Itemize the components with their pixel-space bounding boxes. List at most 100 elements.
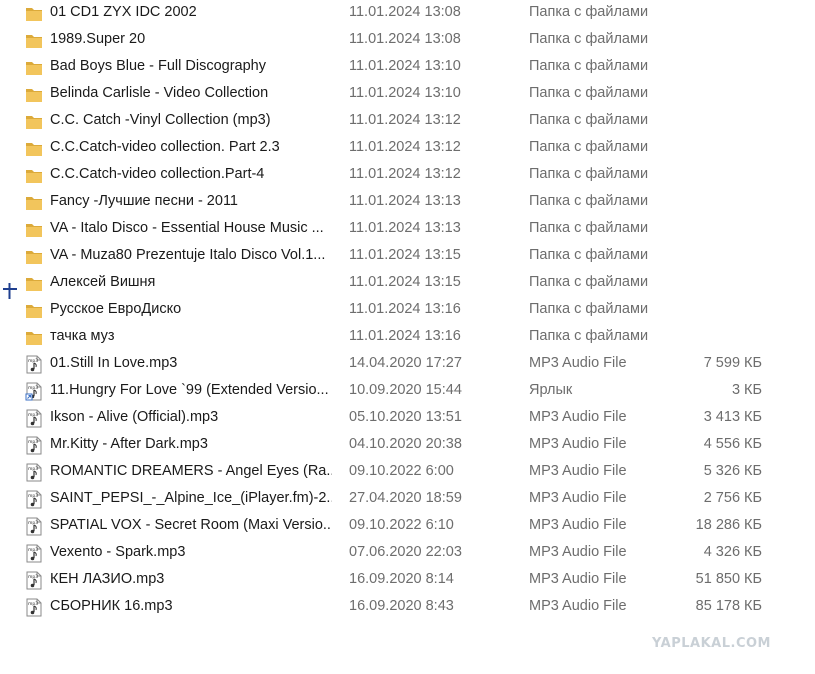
- file-size: 7 599 КБ: [703, 355, 762, 371]
- file-type: Папка с файлами: [529, 247, 649, 263]
- file-row[interactable]: mp3 11.Hungry For Love `99 (Extended Vers…: [0, 378, 790, 405]
- folder-row[interactable]: Bad Boys Blue - Full Discography 11.01.20…: [0, 54, 790, 81]
- folder-icon: [25, 328, 43, 347]
- file-name: тачка муз: [50, 328, 115, 344]
- file-name: Fancy -Лучшие песни - 2011: [50, 193, 238, 209]
- file-date-modified: 27.04.2020 18:59: [349, 490, 462, 506]
- file-name: КЕН ЛАЗИО.mp3: [50, 571, 165, 587]
- folder-row[interactable]: C.C.Catch-video collection. Part 2.3 11.0…: [0, 135, 790, 162]
- file-date-modified: 07.06.2020 22:03: [349, 544, 462, 560]
- file-type: MP3 Audio File: [529, 463, 627, 479]
- folder-row[interactable]: Русское ЕвроДиско 11.01.2024 13:16 Папка с…: [0, 297, 790, 324]
- folder-row[interactable]: 1989.Super 20 11.01.2024 13:08 Папка с фай…: [0, 27, 790, 54]
- file-date-modified: 11.01.2024 13:08: [349, 31, 461, 47]
- file-type: Папка с файлами: [529, 301, 649, 317]
- file-row[interactable]: mp3 SPATIAL VOX - Secret Room (Maxi Versi…: [0, 513, 790, 540]
- file-size: 3 КБ: [731, 382, 762, 398]
- file-size: 51 850 КБ: [695, 571, 762, 587]
- folder-row[interactable]: Fancy -Лучшие песни - 2011 11.01.2024 13:…: [0, 189, 790, 216]
- file-row[interactable]: mp3 ROMANTIC DREAMERS - Angel Eyes (Ra...…: [0, 459, 790, 486]
- file-row[interactable]: mp3 СБОРНИК 16.mp3 16.09.2020 8:43 MP3 Audi…: [0, 594, 790, 621]
- file-row[interactable]: mp3 Mr.Kitty - After Dark.mp3 04.10.2020 2…: [0, 432, 790, 459]
- file-date-modified: 10.09.2020 15:44: [349, 382, 462, 398]
- file-type: Папка с файлами: [529, 166, 649, 182]
- folder-row[interactable]: C.C.Catch-video collection.Part-4 11.01.2…: [0, 162, 790, 189]
- file-date-modified: 11.01.2024 13:13: [349, 220, 461, 236]
- file-type: Папка с файлами: [529, 274, 649, 290]
- file-row[interactable]: mp3 КЕН ЛАЗИО.mp3 16.09.2020 8:14 MP3 Audio…: [0, 567, 790, 594]
- file-type: MP3 Audio File: [529, 355, 627, 371]
- file-date-modified: 11.01.2024 13:12: [349, 112, 461, 128]
- folder-row[interactable]: VA - Muza80 Prezentuje Italo Disco Vol.1…: [0, 243, 790, 270]
- file-name: Алексей Вишня: [50, 274, 156, 290]
- file-date-modified: 05.10.2020 13:51: [349, 409, 462, 425]
- file-row[interactable]: mp3 Ikson - Alive (Official).mp3 05.10.202…: [0, 405, 790, 432]
- file-name: Русское ЕвроДиско: [50, 301, 182, 317]
- folder-row[interactable]: Алексей Вишня 11.01.2024 13:15 Папка с фай…: [0, 270, 790, 297]
- file-type: Папка с файлами: [529, 31, 649, 47]
- file-row[interactable]: mp3 01.Still In Love.mp3 14.04.2020 17:27 M…: [0, 351, 790, 378]
- folder-row[interactable]: VA - Italo Disco - Essential House Music…: [0, 216, 790, 243]
- mp3-file-icon: mp3: [25, 463, 43, 482]
- svg-text:mp3: mp3: [28, 520, 38, 526]
- file-name: Belinda Carlisle - Video Collection: [50, 85, 269, 101]
- file-size: 4 326 КБ: [703, 544, 762, 560]
- file-date-modified: 11.01.2024 13:12: [349, 139, 461, 155]
- folder-icon: [25, 220, 43, 239]
- svg-text:mp3: mp3: [28, 574, 38, 580]
- svg-text:mp3: mp3: [28, 385, 38, 391]
- folder-row[interactable]: C.C. Catch -Vinyl Collection (mp3) 11.01.…: [0, 108, 790, 135]
- folder-row[interactable]: 01 CD1 ZYX IDC 2002 11.01.2024 13:08 Папка…: [0, 0, 790, 27]
- mp3-file-icon: mp3: [25, 571, 43, 590]
- folder-row[interactable]: Belinda Carlisle - Video Collection 11.01…: [0, 81, 790, 108]
- file-row[interactable]: mp3 Vexento - Spark.mp3 07.06.2020 22:03 MP…: [0, 540, 790, 567]
- folder-icon: [25, 247, 43, 266]
- file-type: Ярлык: [529, 382, 573, 398]
- file-type: MP3 Audio File: [529, 409, 627, 425]
- file-name: 1989.Super 20: [50, 31, 146, 47]
- file-name: Bad Boys Blue - Full Discography: [50, 58, 266, 74]
- svg-text:mp3: mp3: [28, 358, 38, 364]
- file-date-modified: 11.01.2024 13:10: [349, 58, 461, 74]
- mp3-file-icon: mp3: [25, 598, 43, 617]
- file-type: Папка с файлами: [529, 139, 649, 155]
- folder-icon: [25, 112, 43, 131]
- svg-text:mp3: mp3: [28, 439, 38, 445]
- file-row[interactable]: mp3 SAINT_PEPSI_-_Alpine_Ice_(iPlayer.fm)…: [0, 486, 790, 513]
- file-size: 18 286 КБ: [695, 517, 762, 533]
- file-name: 01.Still In Love.mp3: [50, 355, 178, 371]
- svg-text:mp3: mp3: [28, 493, 38, 499]
- file-date-modified: 11.01.2024 13:12: [349, 166, 461, 182]
- file-type: Папка с файлами: [529, 112, 649, 128]
- folder-icon: [25, 274, 43, 293]
- file-date-modified: 11.01.2024 13:16: [349, 328, 461, 344]
- svg-text:mp3: mp3: [28, 412, 38, 418]
- folder-icon: [25, 85, 43, 104]
- svg-text:mp3: mp3: [28, 601, 38, 607]
- file-name: VA - Muza80 Prezentuje Italo Disco Vol.1…: [50, 247, 326, 263]
- file-date-modified: 11.01.2024 13:16: [349, 301, 461, 317]
- folder-icon: [25, 31, 43, 50]
- file-date-modified: 11.01.2024 13:08: [349, 4, 461, 20]
- file-size: 85 178 КБ: [695, 598, 762, 614]
- mp3-file-icon: mp3: [25, 355, 43, 374]
- file-name: Mr.Kitty - After Dark.mp3: [50, 436, 208, 452]
- cursor-cross-icon: [3, 283, 17, 299]
- folder-icon: [25, 166, 43, 185]
- file-date-modified: 14.04.2020 17:27: [349, 355, 462, 371]
- file-name: C.C.Catch-video collection. Part 2.3: [50, 139, 280, 155]
- watermark: YAPLAKAL.COM: [652, 636, 771, 651]
- file-type: Папка с файлами: [529, 85, 649, 101]
- file-name: SAINT_PEPSI_-_Alpine_Ice_(iPlayer.fm)-2.…: [50, 490, 332, 506]
- file-type: Папка с файлами: [529, 4, 649, 20]
- file-date-modified: 11.01.2024 13:15: [349, 274, 461, 290]
- mp3-file-icon: mp3: [25, 436, 43, 455]
- folder-icon: [25, 193, 43, 212]
- folder-row[interactable]: тачка муз 11.01.2024 13:16 Папка с файлами: [0, 324, 790, 351]
- file-name: C.C. Catch -Vinyl Collection (mp3): [50, 112, 271, 128]
- file-name: Ikson - Alive (Official).mp3: [50, 409, 219, 425]
- svg-text:mp3: mp3: [28, 547, 38, 553]
- file-date-modified: 09.10.2022 6:10: [349, 517, 454, 533]
- file-type: Папка с файлами: [529, 58, 649, 74]
- folder-icon: [25, 58, 43, 77]
